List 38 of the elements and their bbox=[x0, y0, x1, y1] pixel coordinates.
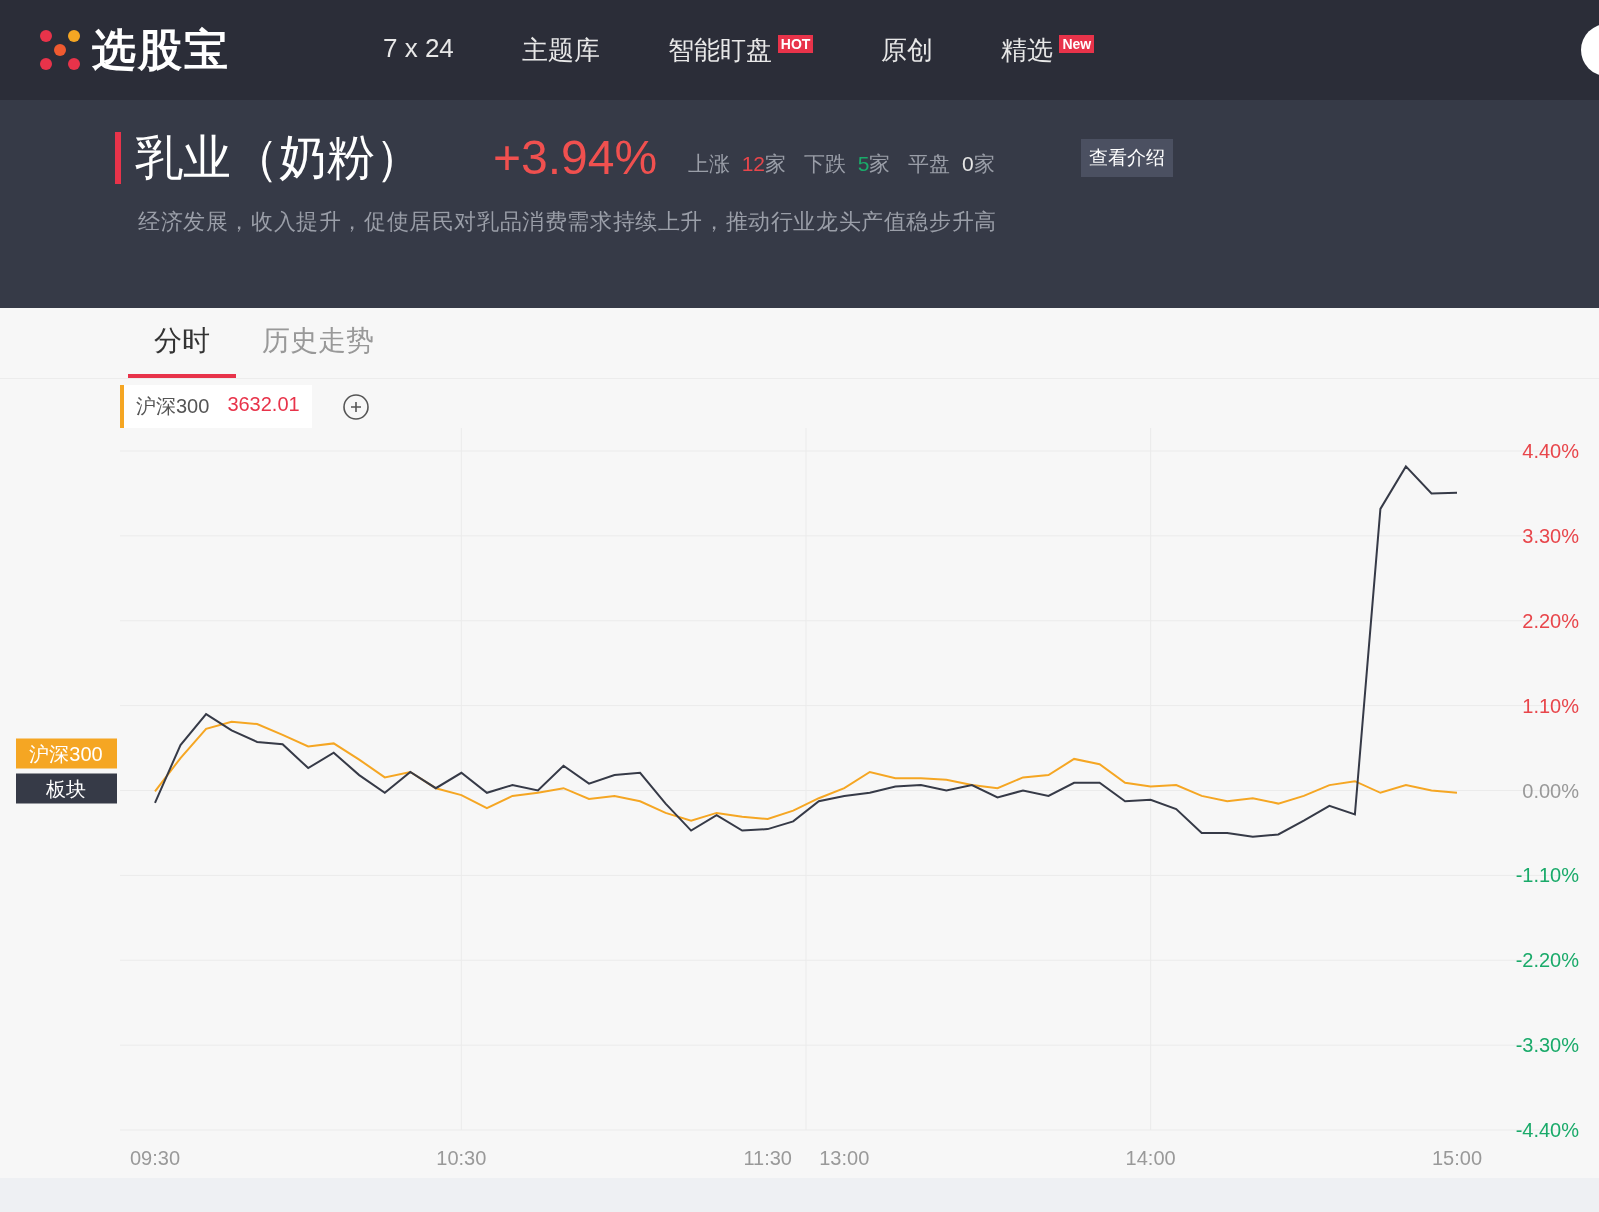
axis-label: 4.40% bbox=[1522, 440, 1579, 462]
sector-title: 乳业（奶粉） bbox=[115, 131, 473, 184]
stat-text: 下跌 5家 bbox=[804, 150, 891, 177]
axis-label: 1.10% bbox=[1522, 694, 1579, 717]
axis-label: 3.30% bbox=[1522, 524, 1579, 547]
axis-label: 10:30 bbox=[436, 1147, 487, 1169]
logo-text: 选股宝 bbox=[92, 23, 230, 76]
chart-tab[interactable]: 分时 bbox=[128, 308, 236, 378]
compare-name: 沪深300 bbox=[136, 394, 210, 419]
series-tag: 沪深300 bbox=[16, 738, 117, 769]
axis-label: 13:00 bbox=[819, 1147, 870, 1169]
axis-label: -1.10% bbox=[1515, 864, 1579, 887]
axis-label: 2.20% bbox=[1522, 609, 1579, 632]
change-percent: +3.94% bbox=[493, 130, 659, 185]
stat-text: 上涨 12家 bbox=[688, 150, 787, 177]
nav-badge: HOT bbox=[777, 34, 814, 53]
axis-label: 0.00% bbox=[1522, 779, 1579, 802]
axis-label: 15:00 bbox=[1431, 1147, 1483, 1169]
nav-badge: New bbox=[1059, 34, 1095, 53]
nav-link[interactable]: 精选 New bbox=[1001, 32, 1095, 68]
axis-label: 09:30 bbox=[129, 1147, 181, 1169]
sector-description: 经济发展，收入提升，促使居民对乳品消费需求持续上升，推动行业龙头产值稳步升高 bbox=[138, 208, 998, 236]
axis-label: -4.40% bbox=[1515, 1119, 1579, 1141]
compare-chip[interactable]: 沪深300 3632.01 bbox=[120, 385, 312, 428]
axis-label: 11:30 bbox=[743, 1147, 792, 1169]
add-icon[interactable] bbox=[341, 392, 370, 421]
series-tag: 板块 bbox=[16, 773, 117, 804]
axis-label: -3.30% bbox=[1515, 1034, 1579, 1057]
intro-button[interactable]: 查看介绍 bbox=[1081, 138, 1173, 177]
axis-label: -2.20% bbox=[1515, 949, 1579, 972]
nav-link[interactable]: 原创 bbox=[881, 32, 934, 68]
logo-icon bbox=[38, 28, 82, 72]
axis-label: 14:00 bbox=[1125, 1147, 1176, 1169]
nav-link[interactable]: 7 x 24 bbox=[383, 32, 454, 68]
stat-text: 平盘 0家 bbox=[908, 150, 995, 177]
nav-link[interactable]: 智能盯盘 HOT bbox=[667, 32, 814, 68]
nav-link[interactable]: 主题库 bbox=[521, 32, 600, 68]
compare-value: 3632.01 bbox=[227, 393, 300, 417]
